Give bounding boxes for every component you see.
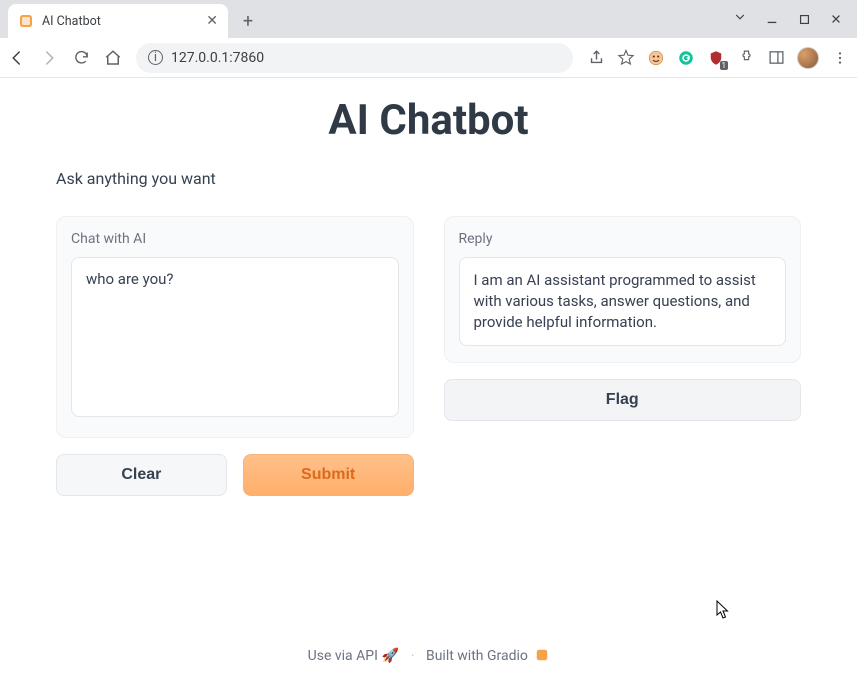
chrome-menu-icon[interactable] <box>831 49 849 67</box>
extension-face-icon[interactable] <box>647 49 665 67</box>
tab-close-icon[interactable]: ✕ <box>206 13 218 29</box>
bookmark-star-icon[interactable] <box>617 49 635 67</box>
window-maximize-icon[interactable] <box>797 12 811 26</box>
output-panel: Reply I am an AI assistant programmed to… <box>444 216 802 363</box>
footer-api-link[interactable]: Use via API🚀 <box>308 648 400 664</box>
tab-title: AI Chatbot <box>42 14 198 29</box>
url-text: 127.0.0.1:7860 <box>171 50 264 66</box>
page-title: AI Chatbot <box>56 96 801 145</box>
footer-gradio-link[interactable]: Built with Gradio <box>426 648 549 664</box>
nav-home-icon[interactable] <box>104 49 122 67</box>
chat-input[interactable] <box>71 257 399 417</box>
output-column: Reply I am an AI assistant programmed to… <box>444 216 802 421</box>
input-column: Chat with AI Clear Submit <box>56 216 414 496</box>
page-content: AI Chatbot Ask anything you want Chat wi… <box>0 78 857 676</box>
rocket-icon: 🚀 <box>382 648 399 664</box>
window-minimize-icon[interactable] <box>765 12 779 26</box>
extension-shield-icon[interactable]: 1 <box>707 49 725 67</box>
new-tab-button[interactable]: + <box>234 7 262 35</box>
nav-back-icon[interactable] <box>8 49 26 67</box>
input-panel: Chat with AI <box>56 216 414 438</box>
extension-grammarly-icon[interactable] <box>677 49 695 67</box>
clear-button[interactable]: Clear <box>56 454 227 496</box>
tab-strip: AI Chatbot ✕ + <box>0 0 857 38</box>
window-close-icon[interactable] <box>829 12 843 26</box>
tab-favicon-icon <box>18 13 34 29</box>
extensions-puzzle-icon[interactable] <box>737 49 755 67</box>
browser-tab[interactable]: AI Chatbot ✕ <box>8 4 228 38</box>
nav-forward-icon <box>40 49 58 67</box>
browser-chrome: AI Chatbot ✕ + <box>0 0 857 78</box>
reply-text: I am an AI assistant programmed to assis… <box>459 257 787 346</box>
share-icon[interactable] <box>587 49 605 67</box>
address-bar[interactable]: i 127.0.0.1:7860 <box>136 43 573 73</box>
side-panel-icon[interactable] <box>767 49 785 67</box>
window-controls <box>733 0 857 38</box>
site-info-icon[interactable]: i <box>148 50 163 65</box>
footer: Use via API🚀 · Built with Gradio <box>0 648 857 664</box>
flag-button[interactable]: Flag <box>444 379 802 421</box>
browser-toolbar: i 127.0.0.1:7860 1 <box>0 38 857 78</box>
page-subtitle: Ask anything you want <box>56 169 801 188</box>
submit-button[interactable]: Submit <box>243 454 414 496</box>
nav-reload-icon[interactable] <box>72 49 90 67</box>
mouse-cursor-icon <box>716 600 730 620</box>
tab-search-icon[interactable] <box>733 10 747 28</box>
footer-separator: · <box>411 648 415 664</box>
gradio-logo-icon <box>532 648 549 664</box>
profile-avatar[interactable] <box>797 47 819 69</box>
input-label: Chat with AI <box>71 231 399 247</box>
extension-badge: 1 <box>720 61 729 70</box>
output-label: Reply <box>459 231 787 247</box>
